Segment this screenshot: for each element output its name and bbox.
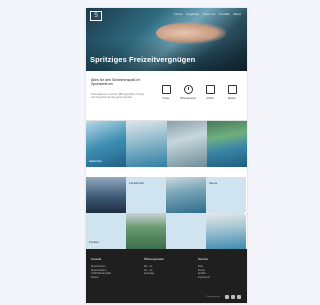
tile-title: Sauna — [209, 181, 218, 185]
footer-heading: Kontakt — [91, 257, 102, 261]
grid-tile-photo[interactable] — [86, 177, 126, 213]
info-heading: Alles für den Schwimmspaß im Sportzentru… — [91, 78, 141, 87]
grid-tile-text[interactable]: Sauna — [206, 177, 246, 213]
grid-tile-photo[interactable] — [206, 213, 246, 249]
web-page: S Home Angebote Über uns Kontakt Menü Sp… — [86, 8, 247, 303]
photo-tile[interactable] — [166, 121, 207, 167]
teaser-grid: Freibad Zell Sauna Freibad — [86, 177, 247, 249]
facebook-icon[interactable] — [225, 295, 229, 299]
quick-link-label: Anfahrt — [206, 97, 214, 100]
hero-banner: S Home Angebote Über uns Kontakt Menü Sp… — [86, 8, 247, 71]
browser-frame: S Home Angebote Über uns Kontakt Menü Sp… — [0, 0, 316, 305]
nav-item-about[interactable]: Über uns — [203, 12, 215, 16]
grid-tile-photo[interactable] — [126, 213, 166, 249]
footer-heading: Service — [198, 257, 209, 261]
photo-tile[interactable] — [206, 121, 247, 167]
section-spacer — [86, 167, 247, 177]
bus-icon — [205, 85, 215, 94]
site-footer: Kontakt Sportzentrum Musterstraße 1 1234… — [86, 249, 247, 303]
footer-column-hours: Öffnungszeiten Mo – Fr Sa – So Feiertage — [144, 257, 184, 276]
nav-item-menu[interactable]: Menü — [233, 12, 241, 16]
youtube-icon[interactable] — [237, 295, 241, 299]
footer-column-contact: Kontakt Sportzentrum Musterstraße 1 1234… — [91, 257, 131, 279]
quick-link-label: Öffnungszeiten — [179, 97, 197, 100]
clock-icon — [183, 85, 193, 94]
quick-link-pools[interactable]: Becken — [224, 85, 240, 100]
photo-caption: Hallenbad — [89, 159, 102, 163]
photo-strip: Hallenbad — [86, 121, 247, 167]
footer-column-service: Service FAQ Preise Anfahrt Impressum — [198, 257, 238, 279]
grid-tile-text[interactable]: Freibad — [86, 213, 126, 249]
social-links: © Sportzentrum — [205, 295, 241, 299]
footer-heading: Öffnungszeiten — [144, 257, 165, 261]
pool-icon — [227, 85, 237, 94]
quick-link-directions[interactable]: Anfahrt — [202, 85, 218, 100]
grid-tile-text[interactable]: Freibad Zell — [126, 177, 166, 213]
nav-item-contact[interactable]: Kontakt — [219, 12, 229, 16]
top-navigation: Home Angebote Über uns Kontakt Menü — [174, 12, 241, 16]
footer-link[interactable]: Feiertage — [144, 272, 184, 276]
nav-item-offers[interactable]: Angebote — [186, 12, 199, 16]
tile-title: Freibad Zell — [129, 181, 144, 185]
quick-link-label: Preise — [162, 97, 170, 100]
footer-link[interactable]: Telefon — [91, 276, 131, 280]
copyright-text: © Sportzentrum — [204, 296, 220, 298]
hero-title: Spritziges Freizeitvergnügen — [90, 55, 196, 64]
quick-link-hours[interactable]: Öffnungszeiten — [180, 85, 196, 100]
site-logo[interactable]: S — [90, 11, 102, 21]
tile-title: Freibad — [89, 240, 99, 244]
grid-tile-photo[interactable] — [166, 177, 206, 213]
photo-tile[interactable] — [126, 121, 167, 167]
carousel-next-arrow-icon[interactable]: › — [244, 211, 247, 216]
footer-link[interactable]: Impressum — [198, 276, 238, 280]
grid-tile-text[interactable] — [166, 213, 206, 249]
instagram-icon[interactable] — [231, 295, 235, 299]
info-section: Alles für den Schwimmspaß im Sportzentru… — [86, 71, 247, 121]
quick-link-label: Becken — [228, 97, 236, 100]
nav-item-home[interactable]: Home — [174, 12, 182, 16]
quick-links: Preise Öffnungszeiten Anfahrt Becken — [158, 85, 240, 100]
info-text: Informationen rund um Öffnungszeiten, Pr… — [91, 93, 145, 100]
euro-icon — [161, 85, 171, 94]
photo-tile[interactable]: Hallenbad — [86, 121, 127, 167]
quick-link-prices[interactable]: Preise — [158, 85, 174, 100]
